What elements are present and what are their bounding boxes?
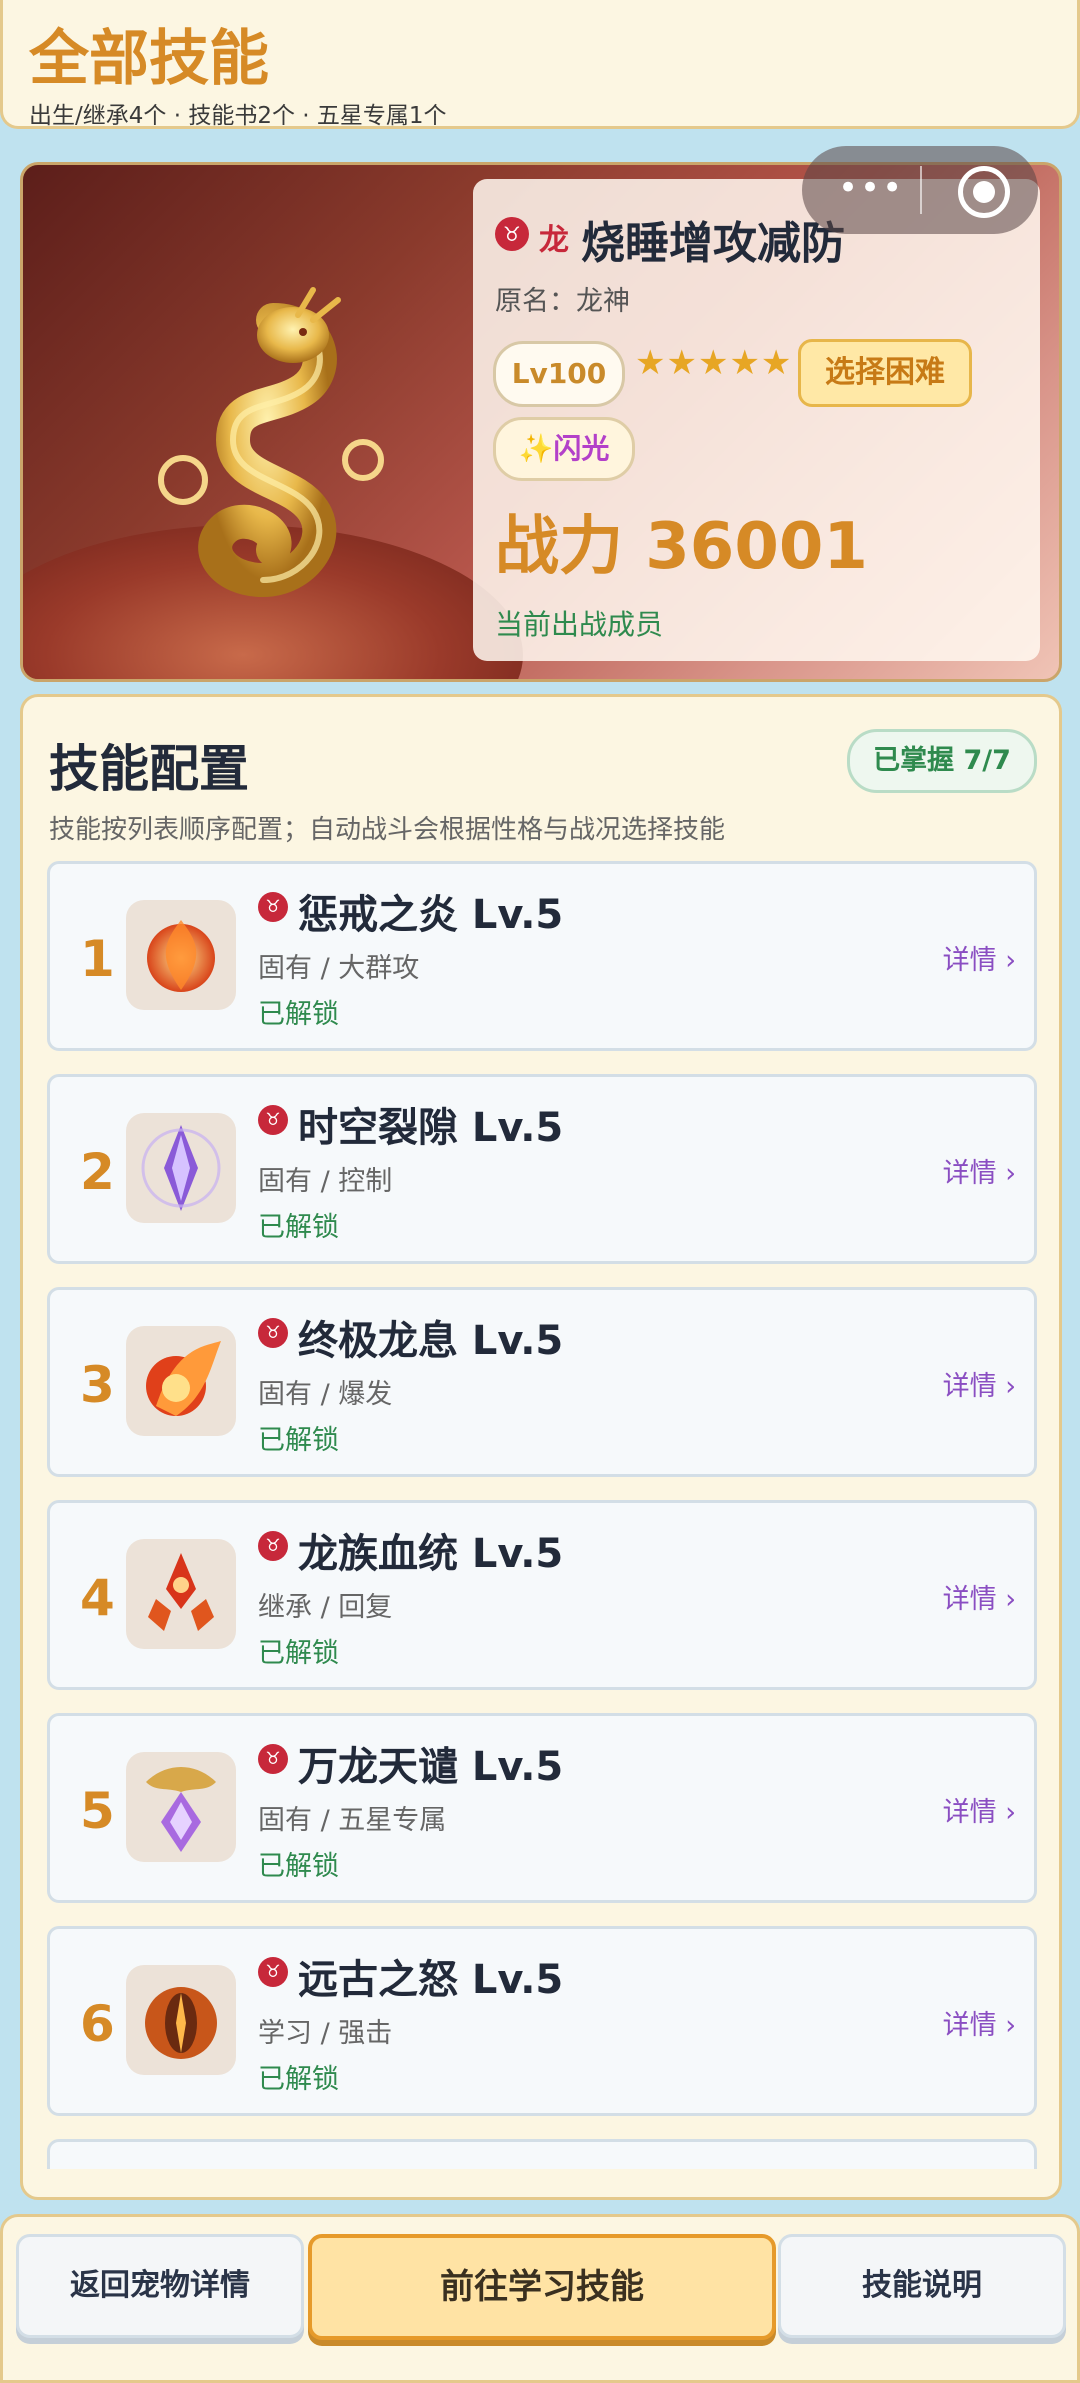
flame-orb-icon (126, 1965, 236, 2075)
skill-detail-link[interactable]: 详情 › (943, 1151, 1016, 1190)
skill-meta: 学习 / 强击 (258, 2018, 393, 2049)
capsule-divider (920, 166, 922, 214)
bottom-bar: 返回宠物详情 前往学习技能 技能说明 (0, 2214, 1080, 2383)
more-icon[interactable]: ••• (838, 168, 904, 208)
purple-claw-icon (126, 1752, 236, 1862)
blood-gem-icon (126, 1539, 236, 1649)
skill-order-number: 4 (80, 1569, 115, 1627)
golden-dragon-image (158, 287, 384, 598)
star-rating: ★★★★★ (635, 343, 793, 383)
skill-name: 龙族血统 Lv.5 (298, 1531, 564, 1577)
miniprogram-capsule: ••• (802, 146, 1038, 234)
skill-row[interactable]: 1 ♉ 惩戒之炎 Lv.5 固有 / 大群攻 已解锁 详情 › (47, 861, 1037, 1051)
skill-name: 万龙天谴 Lv.5 (298, 1744, 564, 1790)
skill-unlock-status: 已解锁 (258, 1425, 339, 1456)
panel-hint: 技能按列表顺序配置；自动战斗会根据性格与战况选择技能 (49, 815, 726, 845)
skill-meta: 固有 / 大群攻 (258, 953, 420, 984)
skill-row[interactable]: 3 ♉ 终极龙息 Lv.5 固有 / 爆发 已解锁 详情 › (47, 1287, 1037, 1477)
pet-hero-card: ♉ 龙 烧睡增攻减防 原名：龙神 Lv100 ★★★★★ 选择困难 ✨闪光 战力… (20, 162, 1062, 682)
skill-unlock-status: 已解锁 (258, 1212, 339, 1243)
skill-detail-link[interactable]: 详情 › (943, 938, 1016, 977)
skill-meta: 固有 / 爆发 (258, 1379, 393, 1410)
panel-title: 技能配置 (49, 740, 249, 798)
skill-order-number: 2 (80, 1143, 115, 1201)
skill-order-number: 5 (80, 1782, 115, 1840)
dragon-badge-icon: ♉ (258, 1531, 288, 1561)
skill-name: 时空裂隙 Lv.5 (298, 1105, 564, 1151)
fire-icon (126, 900, 236, 1010)
skill-detail-link[interactable]: 详情 › (943, 1364, 1016, 1403)
back-to-pet-button[interactable]: 返回宠物详情 (16, 2234, 304, 2338)
skill-order-number: 1 (80, 930, 115, 988)
pet-info-panel: ♉ 龙 烧睡增攻减防 原名：龙神 Lv100 ★★★★★ 选择困难 ✨闪光 战力… (473, 179, 1040, 661)
dragon-type-icon: ♉ (495, 217, 529, 251)
skill-row[interactable]: 4 ♉ 龙族血统 Lv.5 继承 / 回复 已解锁 详情 › (47, 1500, 1037, 1690)
skill-row[interactable]: 5 ♉ 万龙天谴 Lv.5 固有 / 五星专属 已解锁 详情 › (47, 1713, 1037, 1903)
skill-meta: 固有 / 五星专属 (258, 1805, 447, 1836)
crystal-icon (126, 1113, 236, 1223)
dragon-badge-icon: ♉ (258, 892, 288, 922)
skill-detail-link[interactable]: 详情 › (943, 1577, 1016, 1616)
page-subtitle: 出生/继承4个 · 技能书2个 · 五星专属1个 (29, 103, 447, 129)
skill-unlock-status: 已解锁 (258, 999, 339, 1030)
skill-name: 过载充能 Lv.5 (298, 2160, 563, 2169)
skill-meta: 继承 / 回复 (258, 1592, 393, 1623)
go-learn-skill-button[interactable]: 前往学习技能 (308, 2234, 776, 2340)
skill-row[interactable]: 6 ♉ 远古之怒 Lv.5 学习 / 强击 已解锁 详情 › (47, 1926, 1037, 2116)
skill-unlock-status: 已解锁 (258, 1638, 339, 1669)
mastered-count-badge: 已掌握 7/7 (847, 729, 1037, 793)
skill-help-button[interactable]: 技能说明 (778, 2234, 1066, 2338)
fireball-icon (126, 1326, 236, 1436)
close-target-icon[interactable] (958, 166, 1010, 218)
page-header: 全部技能 出生/继承4个 · 技能书2个 · 五星专属1个 (0, 0, 1080, 129)
skill-meta: 固有 / 控制 (258, 1166, 393, 1197)
pet-nickname: 烧睡增攻减防 (581, 218, 845, 269)
skill-name: 终极龙息 Lv.5 (298, 1318, 564, 1364)
level-badge: Lv100 (493, 341, 625, 407)
skill-name: 惩戒之炎 Lv.5 (298, 892, 564, 938)
battle-status: 当前出战成员 (495, 608, 664, 641)
skill-order-number: 3 (80, 1356, 115, 1414)
skill-detail-link[interactable]: 详情 › (943, 1790, 1016, 1829)
dragon-badge-icon: ♉ (258, 1318, 288, 1348)
combat-power: 战力 36001 (495, 510, 868, 584)
nature-badge: 选择困难 (798, 339, 972, 407)
pet-type-label: 龙 (539, 223, 569, 258)
skill-detail-link[interactable]: 详情 › (943, 2003, 1016, 2042)
skill-row[interactable]: 2 ♉ 时空裂隙 Lv.5 固有 / 控制 已解锁 详情 › (47, 1074, 1037, 1264)
shiny-badge: ✨闪光 (493, 417, 635, 481)
dragon-badge-icon: ♉ (258, 1105, 288, 1135)
skill-name: 远古之怒 Lv.5 (298, 1957, 564, 2003)
pet-original-name: 原名：龙神 (495, 286, 630, 317)
dragon-badge-icon: ♉ (258, 1744, 288, 1774)
skill-unlock-status: 已解锁 (258, 1851, 339, 1882)
skill-row[interactable]: 7⚙过载充能 Lv.5学习 / 辅助已解锁详情 › (47, 2139, 1037, 2169)
skill-list[interactable]: 1 ♉ 惩戒之炎 Lv.5 固有 / 大群攻 已解锁 详情 › 2 ♉ 时空裂隙 Lv.5 固有 … (47, 861, 1037, 2169)
skill-order-number: 6 (80, 1995, 115, 2053)
skill-unlock-status: 已解锁 (258, 2064, 339, 2095)
page-title: 全部技能 (29, 24, 269, 94)
skill-config-panel: 技能配置 已掌握 7/7 技能按列表顺序配置；自动战斗会根据性格与战况选择技能 … (20, 694, 1062, 2200)
dragon-badge-icon: ♉ (258, 1957, 288, 1987)
